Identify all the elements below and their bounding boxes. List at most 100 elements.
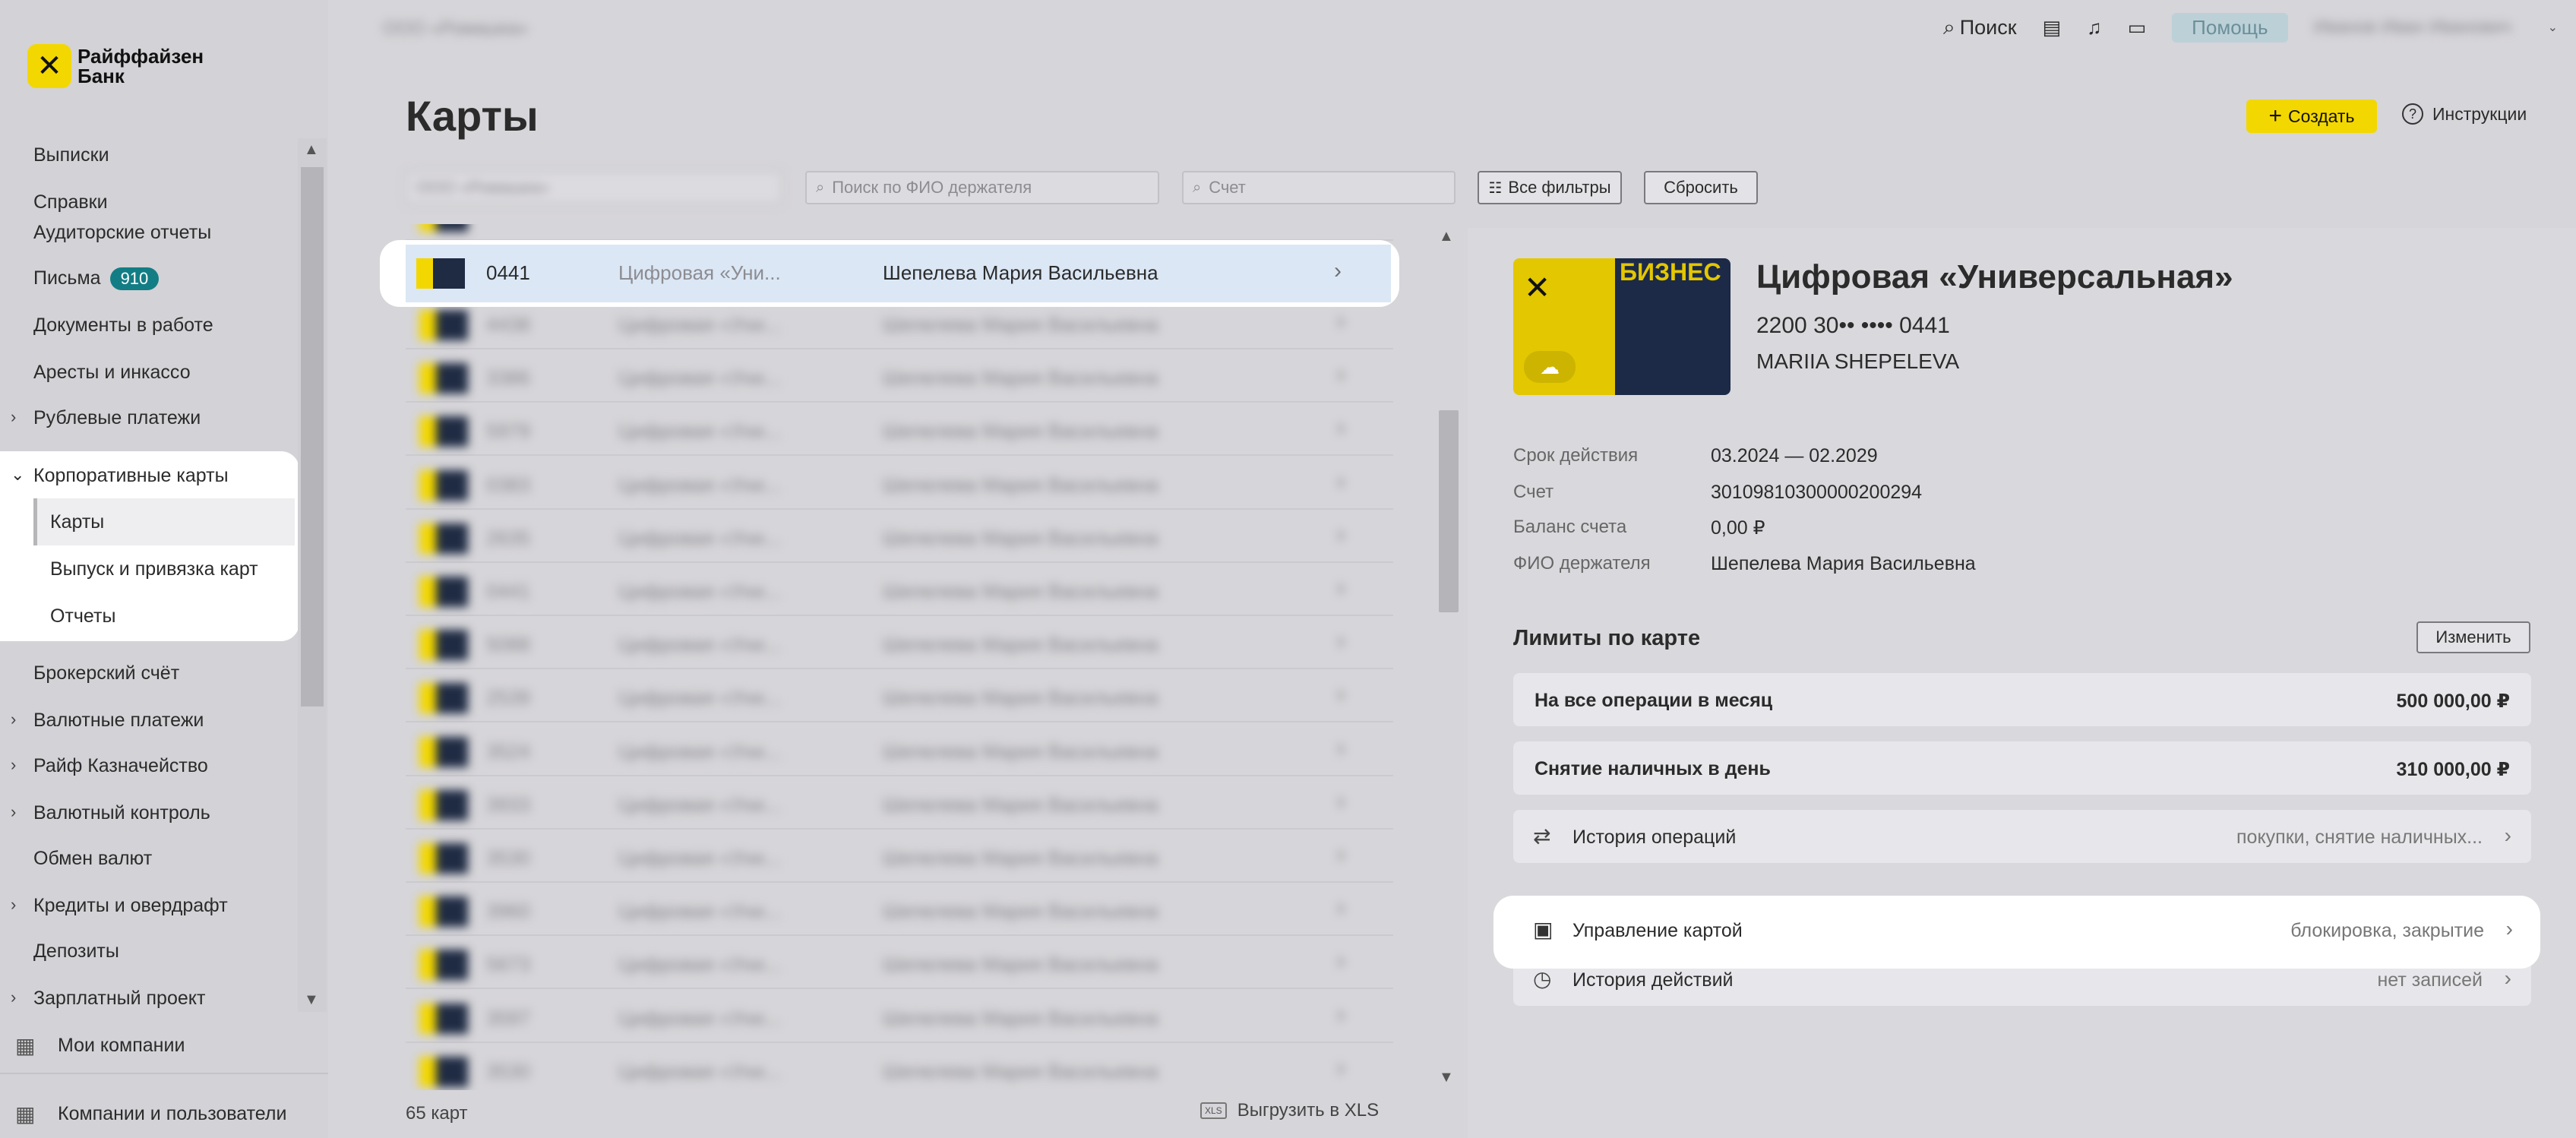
scroll-up-icon[interactable]: ▲ [304,141,319,159]
card-management-link[interactable]: ▣ Управление картой блокировка, закрытие… [1493,896,2540,969]
limit-monthly-value: 500 000,00 ₽ [2396,691,2510,712]
building-icon: ▦ [15,1034,36,1057]
list-scrollbar[interactable]: ▲ ▼ [1436,228,1462,1086]
sidebar-scrollbar[interactable]: ▲ ▼ [298,138,327,1012]
raiffeisen-logo-icon: ✕ [27,44,71,88]
chat-icon[interactable]: ▤ [2043,16,2062,40]
card-row[interactable]: 0383 Цифровая «Уни... Шепелева Мария Васил… [406,457,1393,510]
chevron-right-icon: › [1337,1054,1345,1080]
chevron-down-icon[interactable]: ⌄ [2548,20,2558,35]
card-product: Цифровая «Уни... [618,366,781,390]
card-row-selected[interactable]: 0441 Цифровая «Уни... Шепелева Мария Вас… [380,240,1399,307]
card-row[interactable]: 3933 Цифровая «Уни... Шепелева Мария Васил… [406,776,1393,830]
card-row-partial[interactable] [406,224,1393,241]
help-button[interactable]: Помощь [2172,12,2288,43]
sidebar-item-statements[interactable]: Выписки [33,144,109,166]
card-last4: 3960 [486,899,530,923]
card-product: Цифровая «Уни... [618,1059,781,1083]
validity-label: Срок действия [1513,445,1639,466]
scroll-down-icon[interactable]: ▼ [304,991,319,1009]
card-row[interactable]: 3386 Цифровая «Уни... Шепелева Мария Васил… [406,349,1393,403]
edit-limits-button[interactable]: Изменить [2416,621,2530,653]
sidebar-subitem-issue-cards[interactable]: Выпуск и привязка карт [33,545,295,593]
card-thumbnail [419,224,468,232]
user-name[interactable]: Иванов Иван Иванович [2314,17,2542,38]
sidebar-subitem-cards[interactable]: Карты [33,498,295,545]
sidebar-item-arrests[interactable]: Аресты и инкассо [33,362,191,384]
sidebar-item-corporate-cards[interactable]: ⌄ Корпоративные карты [11,465,229,487]
building-icon: ▦ [15,1102,36,1126]
sidebar-item-salary-project[interactable]: › Зарплатный проект [11,988,206,1010]
card-row[interactable]: 5088 Цифровая «Уни... Шепелева Мария Васил… [406,616,1393,670]
search-label: Поиск [1959,15,2017,39]
card-holder: Шепелева Мария Васильевна [883,633,1158,656]
card-row[interactable]: 5673 Цифровая «Уни... Шепелева Мария Васил… [406,936,1393,990]
reset-button[interactable]: Сбросить [1644,171,1758,204]
search-button[interactable]: ⌕ Поиск [1943,15,2017,40]
operations-history-link[interactable]: ⇄ История операций покупки, снятие налич… [1513,810,2531,863]
sidebar-item-audit-reports[interactable]: Аудиторские отчеты [33,222,211,244]
account-select[interactable]: ООО «Ромашка» [406,171,782,204]
account-input[interactable]: ⌕ Счет [1182,171,1456,204]
holder-search-input[interactable]: ⌕ Поиск по ФИО держателя [805,171,1159,204]
my-companies-link[interactable]: ▦ Мои компании [15,1033,185,1058]
sidebar-item-deposits[interactable]: Депозиты [33,940,119,963]
scrollbar-thumb[interactable] [301,167,324,707]
card-thumbnail [419,1003,468,1034]
card-row[interactable]: 3960 Цифровая «Уни... Шепелева Мария Васил… [406,883,1393,937]
card-row[interactable]: 2635 Цифровая «Уни... Шепелева Мария Васил… [406,510,1393,563]
sidebar-item-letters[interactable]: Письма 910 [33,267,160,291]
sidebar-item-treasury[interactable]: › Райф Казначейство [11,755,208,777]
card-last4: 2635 [486,526,530,549]
cards-count: 65 карт [406,1103,468,1124]
sidebar-item-currency-payments[interactable]: › Валютные платежи [11,710,204,732]
account-value: 30109810300000200294 [1711,482,1923,503]
card-last4: 3530 [486,846,530,869]
sidebar-group-corporate-cards: ⌄ Корпоративные карты Карты Выпуск и при… [0,451,299,641]
export-xls-button[interactable]: XLS Выгрузить в XLS [1200,1100,1379,1121]
chevron-right-icon: › [1337,575,1345,600]
card-row[interactable]: 0441 Цифровая «Уни... Шепелева Мария Васил… [406,563,1393,616]
letters-count-badge: 910 [109,267,160,291]
sidebar-item-label: Зарплатный проект [33,988,206,1009]
sidebar-subitem-reports[interactable]: Отчеты [33,593,295,640]
page-title: Карты [406,92,539,140]
sidebar-item-documents-in-work[interactable]: Документы в работе [33,315,213,337]
all-filters-button[interactable]: ☷ Все фильтры [1478,171,1622,204]
sidebar-item-brokerage[interactable]: Брокерский счёт [33,662,179,684]
sidebar-item-currency-control[interactable]: › Валютный контроль [11,802,210,824]
card-row[interactable]: 2539 Цифровая «Уни... Шепелева Мария Васил… [406,669,1393,723]
bell-icon[interactable]: ♫ [2087,16,2102,40]
scrollbar-thumb[interactable] [1439,410,1459,612]
card-row[interactable]: 3530 Цифровая «Уни... Шепелева Мария Васил… [406,1043,1393,1090]
card-product: Цифровая «Уни... [618,261,781,284]
monitor-icon[interactable]: ▭ [2128,16,2147,40]
scroll-down-icon[interactable]: ▼ [1439,1069,1454,1086]
organization-name[interactable]: ООО «Ромашка» [383,18,528,40]
card-row[interactable]: 3597 Цифровая «Уни... Шепелева Мария Васил… [406,990,1393,1043]
sidebar-item-credits[interactable]: › Кредиты и овердрафт [11,895,228,917]
sidebar-item-ruble-payments[interactable]: › Рублевые платежи [11,407,201,429]
bank-logo[interactable]: ✕ Райффайзен Банк [27,44,204,88]
card-holder: Шепелева Мария Васильевна [883,846,1158,869]
chevron-right-icon: › [1337,788,1345,814]
scroll-up-icon[interactable]: ▲ [1439,228,1454,245]
card-row[interactable]: 3530 Цифровая «Уни... Шепелева Мария Васил… [406,830,1393,883]
card-last4: 4438 [486,313,530,336]
chevron-right-icon: › [11,407,17,426]
balance-value: 0,00 ₽ [1711,517,1765,539]
create-button[interactable]: + Создать [2246,100,2377,133]
instructions-link[interactable]: ? Инструкции [2402,103,2527,125]
sidebar-item-label: Валютный контроль [33,802,210,823]
card-product: Цифровая «Уни... [618,473,781,496]
card-row[interactable]: 3524 Цифровая «Уни... Шепелева Мария Васил… [406,723,1393,776]
sidebar-item-certificates[interactable]: Справки [33,191,108,213]
chevron-right-icon: › [1337,628,1345,654]
card-thumbnail [419,630,468,661]
card-product: Цифровая «Уни... [618,792,781,816]
card-thumbnail [419,523,468,554]
card-row[interactable]: 5979 Цифровая «Уни... Шепелева Мария Васил… [406,403,1393,457]
chevron-right-icon: › [1337,308,1345,333]
sidebar-item-currency-exchange[interactable]: Обмен валют [33,848,152,870]
companies-users-link[interactable]: ▦ Компании и пользователи [15,1102,286,1127]
